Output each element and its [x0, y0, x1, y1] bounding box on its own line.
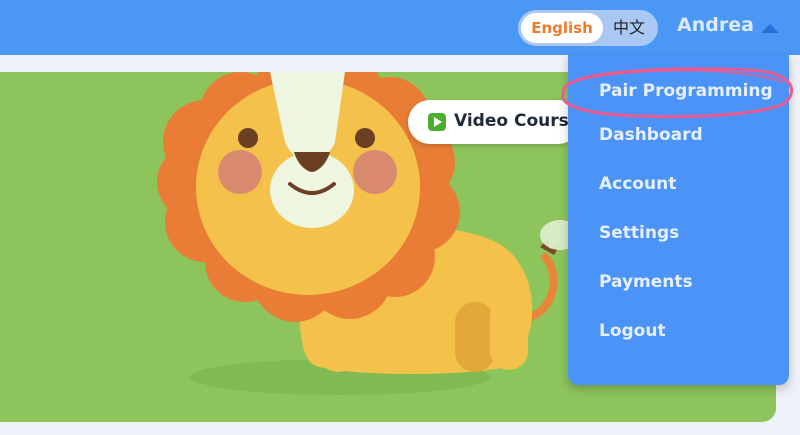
language-toggle[interactable]: English 中文 — [518, 10, 658, 46]
menu-item-dashboard[interactable]: Dashboard — [599, 125, 703, 145]
menu-item-account[interactable]: Account — [599, 174, 676, 194]
menu-item-logout[interactable]: Logout — [599, 321, 666, 341]
user-menu-name[interactable]: Andrea — [677, 14, 754, 36]
menu-item-payments[interactable]: Payments — [599, 272, 693, 292]
caret-up-icon[interactable] — [761, 24, 779, 33]
menu-item-settings[interactable]: Settings — [599, 223, 679, 243]
highlight-circle-annotation — [561, 67, 793, 119]
play-icon — [428, 113, 446, 131]
language-option-english[interactable]: English — [521, 13, 603, 43]
top-bar: English 中文 Andrea — [0, 0, 800, 55]
language-option-chinese[interactable]: 中文 — [604, 13, 654, 43]
